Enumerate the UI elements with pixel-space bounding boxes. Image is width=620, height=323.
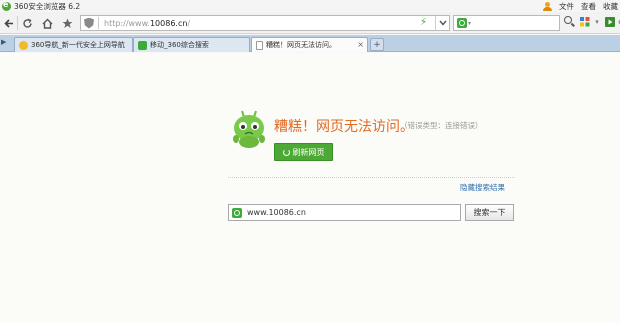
new-tab-button[interactable]: + <box>370 38 384 51</box>
360-nav-icon <box>19 40 28 50</box>
search-engine-icon[interactable] <box>457 18 467 28</box>
url-text[interactable]: http://www.10086.cn/ <box>104 19 190 28</box>
menu-file[interactable]: 文件 <box>559 1 574 12</box>
tab-360-nav[interactable]: 360导航_新一代安全上网导航 <box>14 37 133 52</box>
url-suffix: / <box>187 18 191 28</box>
search-engine-icon <box>232 207 242 218</box>
search-button[interactable]: 搜索一下 <box>465 204 514 221</box>
tab-error-page[interactable]: 糟糕！网页无法访问。 × <box>251 37 368 52</box>
refresh-icon <box>282 148 290 156</box>
menu-view[interactable]: 查看 <box>581 1 596 12</box>
search-input-value[interactable]: www.10086.cn <box>247 208 306 217</box>
window-title: 360安全浏览器 6.2 <box>14 1 81 11</box>
shield-icon <box>84 17 94 29</box>
search-icon[interactable] <box>562 15 576 29</box>
chevron-down-icon[interactable] <box>435 16 449 30</box>
page-icon <box>256 40 263 50</box>
toolbar-divider <box>17 16 18 30</box>
refresh-page-button[interactable]: 刷新网页 <box>274 143 333 161</box>
tab-bar: ▶ 360导航_新一代安全上网导航 移动_360综合搜索 糟糕！网页无法访问。 … <box>0 35 620 52</box>
tab-360-search[interactable]: 移动_360综合搜索 <box>133 37 250 52</box>
url-domain: 10086.cn <box>149 18 188 28</box>
search-input[interactable]: www.10086.cn <box>228 204 461 221</box>
user-icon[interactable] <box>543 1 552 11</box>
engine-caret-icon[interactable]: ▾ <box>468 20 471 27</box>
error-title: 糟糕！网页无法访问。 <box>274 119 414 135</box>
navigation-bar: http://www.10086.cn/ ⚡ ▾ <box>0 12 620 34</box>
title-menu: 文件 查看 收藏 <box>543 0 620 12</box>
hide-results-link[interactable]: 隐藏搜索结果 <box>460 182 505 193</box>
more-icon[interactable] <box>614 15 620 29</box>
menu-favorites[interactable]: 收藏 <box>603 1 618 12</box>
divider <box>228 177 515 178</box>
favorite-star-icon[interactable] <box>59 15 75 31</box>
tab-scroll-left-icon[interactable]: ▶ <box>1 38 11 49</box>
address-bar[interactable]: http://www.10086.cn/ ⚡ <box>80 15 450 31</box>
refresh-icon[interactable] <box>19 15 35 31</box>
close-icon[interactable]: × <box>357 40 364 49</box>
url-divider <box>98 17 99 29</box>
mascot-icon <box>233 110 265 148</box>
magnifier-handle <box>571 22 575 27</box>
apps-caret-icon[interactable]: ▾ <box>590 15 604 29</box>
tab-label: 糟糕！网页无法访问。 <box>266 41 336 49</box>
error-type: （错误类型：连接错误） <box>400 121 483 130</box>
tab-label: 移动_360综合搜索 <box>150 41 209 49</box>
url-prefix: http://www. <box>104 18 150 28</box>
title-bar: 360安全浏览器 6.2 文件 查看 收藏 <box>0 0 620 12</box>
360-search-icon <box>138 40 147 50</box>
tab-label: 360导航_新一代安全上网导航 <box>31 41 125 49</box>
search-box[interactable]: ▾ <box>453 15 560 31</box>
back-arrow-icon[interactable] <box>1 15 17 31</box>
browser-logo-icon <box>2 0 11 11</box>
home-icon[interactable] <box>39 15 55 31</box>
bolt-icon[interactable]: ⚡ <box>420 17 427 28</box>
refresh-label: 刷新网页 <box>292 147 325 157</box>
page-content: 糟糕！网页无法访问。 （错误类型：连接错误） 刷新网页 隐藏搜索结果 www.1… <box>0 53 620 323</box>
